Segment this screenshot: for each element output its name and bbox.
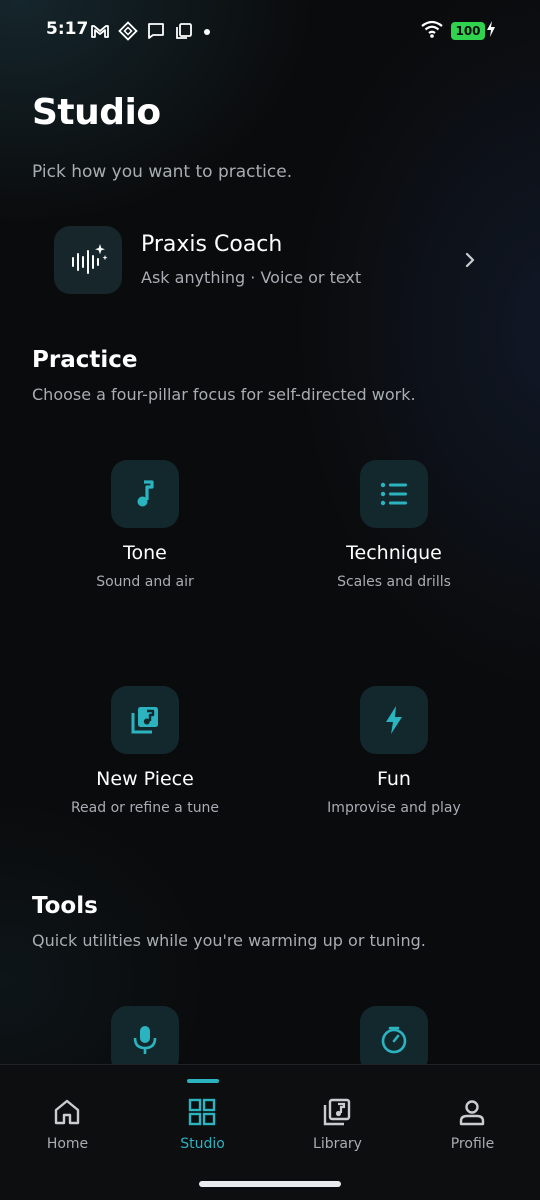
message-icon: [146, 21, 166, 41]
nav-label: Library: [313, 1136, 362, 1152]
coach-tile: [54, 226, 122, 294]
copy-icon: [174, 21, 194, 41]
app-notification-icon: [118, 21, 138, 41]
praxis-coach-card[interactable]: Praxis Coach Ask anything · Voice or tex…: [32, 212, 508, 308]
microphone-icon: [133, 1026, 157, 1054]
dot-icon: [202, 21, 212, 41]
chevron-right-icon: [465, 252, 475, 268]
voice-sparkle-icon: [72, 244, 108, 274]
gmail-icon: [90, 21, 110, 41]
status-bar: 5:17 100: [0, 0, 540, 62]
coach-title: Praxis Coach: [141, 232, 283, 257]
sheet-music-icon: [131, 707, 158, 734]
timer-icon: [381, 1026, 407, 1054]
profile-icon: [459, 1100, 485, 1126]
home-icon: [54, 1099, 80, 1125]
list-icon: [380, 482, 407, 506]
status-time: 5:17: [46, 19, 89, 39]
pillar-title: New Piece: [96, 768, 194, 790]
fun-tile: [360, 686, 428, 754]
nav-profile[interactable]: Profile: [405, 1065, 540, 1175]
active-indicator: [187, 1079, 219, 1083]
charging-icon: [486, 21, 496, 41]
pillar-subtitle: Improvise and play: [327, 800, 461, 816]
new-piece-tile: [111, 686, 179, 754]
pillar-new-piece[interactable]: New Piece Read or refine a tune: [25, 686, 265, 866]
nav-library[interactable]: Library: [270, 1065, 405, 1175]
pillar-title: Technique: [346, 542, 442, 564]
music-note-icon: [137, 480, 154, 507]
nav-studio[interactable]: Studio: [135, 1065, 270, 1175]
coach-subtitle: Ask anything · Voice or text: [141, 268, 362, 287]
tools-subtitle: Quick utilities while you're warming up …: [32, 931, 426, 950]
grid-icon: [188, 1098, 216, 1126]
nav-label: Profile: [450, 1136, 495, 1152]
bottom-navigation: Home Studio Library Profile: [0, 1064, 540, 1200]
nav-label: Studio: [180, 1136, 225, 1152]
notification-icons: [90, 21, 212, 41]
pillar-title: Tone: [123, 542, 167, 564]
battery-indicator: 100: [451, 22, 485, 40]
pillar-subtitle: Read or refine a tune: [70, 800, 220, 816]
wifi-icon: [421, 20, 443, 42]
pillar-tone[interactable]: Tone Sound and air: [25, 460, 265, 640]
pillar-subtitle: Sound and air: [96, 574, 194, 590]
tools-heading: Tools: [32, 893, 98, 919]
home-gesture-bar[interactable]: [199, 1181, 341, 1187]
library-icon: [323, 1098, 351, 1126]
practice-heading: Practice: [32, 347, 138, 373]
nav-label: Home: [46, 1136, 89, 1152]
technique-tile: [360, 460, 428, 528]
practice-subtitle: Choose a four-pillar focus for self-dire…: [32, 385, 416, 404]
tone-tile: [111, 460, 179, 528]
pillar-fun[interactable]: Fun Improvise and play: [274, 686, 514, 866]
pillar-title: Fun: [377, 768, 411, 790]
page-title: Studio: [32, 92, 161, 133]
page-subtitle: Pick how you want to practice.: [32, 162, 293, 182]
pillar-technique[interactable]: Technique Scales and drills: [274, 460, 514, 640]
lightning-icon: [386, 706, 402, 734]
nav-home[interactable]: Home: [0, 1065, 135, 1175]
pillar-subtitle: Scales and drills: [337, 574, 451, 590]
